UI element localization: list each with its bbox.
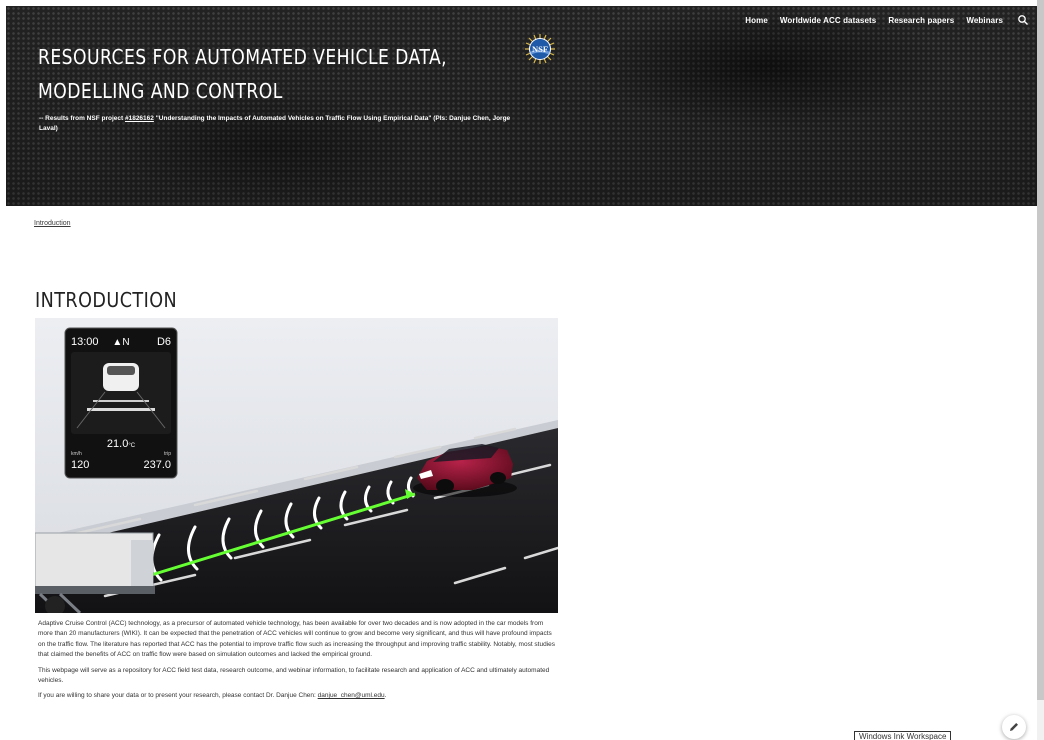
- dashboard-heading: N: [122, 337, 129, 348]
- page-heading: INTRODUCTION: [35, 288, 178, 312]
- svg-text:▲N: ▲N: [112, 337, 129, 348]
- nav-research-papers[interactable]: Research papers: [888, 16, 954, 25]
- subtitle-prefix: -- Results from NSF project: [39, 115, 125, 122]
- breadcrumb-introduction[interactable]: Introduction: [34, 220, 71, 227]
- dashboard-speed-unit: km/h: [71, 451, 82, 457]
- dashboard-speed: 120: [71, 459, 89, 471]
- pencil-icon: [1010, 723, 1018, 731]
- dashboard-trip-label: trip: [164, 451, 171, 457]
- site-header: Home Worldwide ACC datasets Research pap…: [6, 6, 1037, 206]
- dashboard-temp-unit: °C: [128, 443, 135, 449]
- intro-paragraph: This webpage will serve as a repository …: [38, 666, 550, 685]
- scrollbar-thumb[interactable]: [1037, 0, 1044, 700]
- contact-prefix: If you are willing to share your data or…: [38, 692, 318, 700]
- intro-paragraph: Adaptive Cruise Control (ACC) technology…: [38, 620, 556, 659]
- page: Home Worldwide ACC datasets Research pap…: [0, 0, 1037, 740]
- contact-suffix: .: [384, 692, 387, 700]
- site-title[interactable]: RESOURCES FOR AUTOMATED VEHICLE DATA, MO…: [38, 40, 451, 108]
- dashboard-gear: D6: [157, 336, 171, 348]
- dashboard-time: 13:00: [71, 336, 99, 348]
- nav-webinars[interactable]: Webinars: [966, 16, 1003, 25]
- site-subtitle: -- Results from NSF project #1826162 "Un…: [39, 114, 514, 134]
- search-icon[interactable]: [1017, 14, 1031, 26]
- nav-worldwide-acc-datasets[interactable]: Worldwide ACC datasets: [780, 16, 876, 25]
- contact-email-link[interactable]: danjue_chen@uml.edu: [318, 692, 385, 699]
- page-scrollbar[interactable]: [1037, 0, 1044, 740]
- dashboard-temp: 21.0: [107, 438, 128, 450]
- dashboard-trip: 237.0: [143, 459, 171, 471]
- acc-illustration-image: 13:00 ▲N D6 21.0°C km/h trip 120 237.0: [34, 318, 560, 616]
- top-navigation: Home Worldwide ACC datasets Research pap…: [745, 14, 1037, 26]
- dashboard-display: 13:00 ▲N D6 21.0°C km/h trip 120 237.0: [64, 327, 178, 479]
- contact-paragraph: If you are willing to share your data or…: [38, 691, 558, 701]
- edit-button[interactable]: [1002, 715, 1026, 739]
- nsf-logo: NSF: [524, 33, 556, 65]
- nav-home[interactable]: Home: [745, 16, 768, 25]
- nsf-logo-text: NSF: [532, 44, 548, 54]
- intro-text: Adaptive Cruise Control (ACC) technology…: [38, 619, 558, 707]
- windows-ink-workspace-label[interactable]: Windows Ink Workspace: [854, 731, 952, 740]
- project-link[interactable]: #1826162: [125, 115, 154, 122]
